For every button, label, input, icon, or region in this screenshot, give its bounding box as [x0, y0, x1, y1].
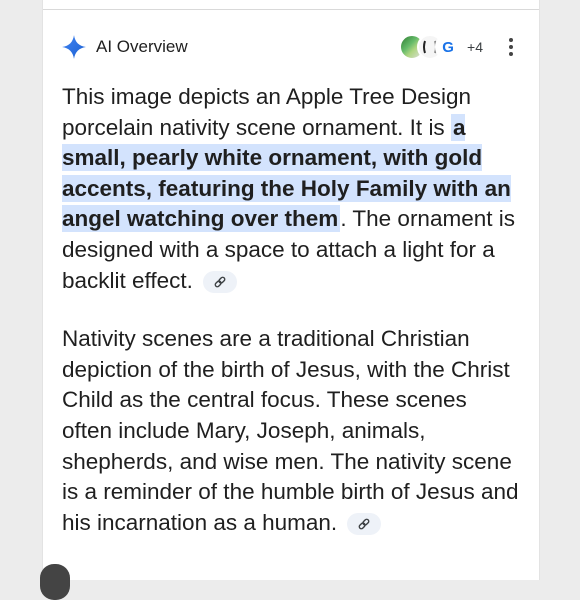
source-count[interactable]: +4 — [467, 39, 483, 55]
link-icon — [359, 518, 370, 530]
google-logo-icon[interactable]: G — [435, 34, 462, 60]
paragraph-1: This image depicts an Apple Tree Design … — [62, 84, 515, 293]
paragraph-2: Nativity scenes are a traditional Christ… — [62, 326, 519, 535]
sources-stack[interactable]: G +4 — [399, 34, 483, 60]
overview-content: This image depicts an Apple Tree Design … — [62, 82, 523, 538]
ai-overview-card: AI Overview G +4 This image depicts an A… — [42, 0, 540, 580]
page-title: AI Overview — [96, 37, 188, 56]
ai-overview-header: AI Overview G +4 — [61, 30, 521, 64]
source-link-button[interactable] — [347, 512, 382, 535]
floating-button-edge[interactable] — [40, 564, 70, 600]
gemini-sparkle-icon — [62, 35, 86, 59]
source-link-button[interactable] — [203, 270, 238, 293]
link-icon — [214, 276, 226, 288]
more-options-icon[interactable] — [501, 34, 521, 60]
divider — [43, 9, 539, 10]
